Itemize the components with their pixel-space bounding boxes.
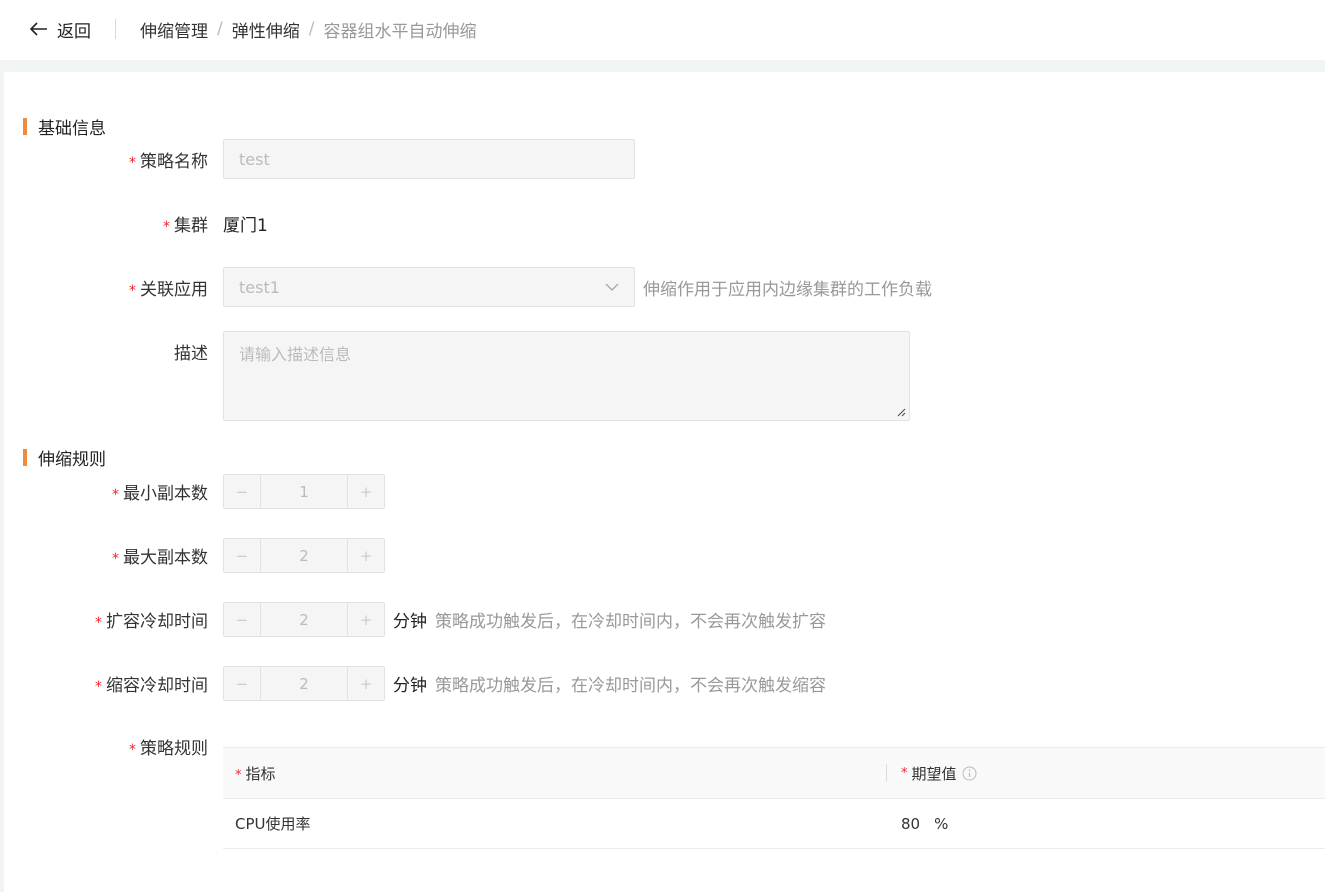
cluster-value: 厦门1 <box>223 216 268 236</box>
section-scaling-rules: 伸缩规则 <box>23 445 106 470</box>
section-basic-info: 基础信息 <box>23 114 106 139</box>
scale-up-cooldown-label: * 扩容冷却时间 <box>95 612 208 632</box>
metric-name: CPU使用率 <box>235 815 311 833</box>
field-description: 描述 请输入描述信息 <box>0 331 910 421</box>
policy-name-input[interactable]: test <box>223 139 635 179</box>
stepper-value[interactable]: 1 <box>261 475 347 508</box>
increment-button[interactable]: + <box>347 475 384 508</box>
decrement-button[interactable]: − <box>224 475 261 508</box>
increment-button[interactable]: + <box>347 667 384 700</box>
app-label: * 关联应用 <box>129 279 208 300</box>
breadcrumb-elastic-scaling[interactable]: 弹性伸缩 <box>232 17 300 42</box>
decrement-button[interactable]: − <box>224 603 261 636</box>
field-policy-name: * 策略名称 test <box>0 139 635 179</box>
scale-up-cooldown-stepper[interactable]: − 2 + <box>223 602 385 637</box>
required-mark: * <box>95 679 102 695</box>
required-mark: * <box>129 742 136 758</box>
increment-button[interactable]: + <box>347 603 384 636</box>
stepper-value[interactable]: 2 <box>261 539 347 572</box>
table-header: * 指标 * 期望值 <box>223 747 1325 799</box>
breadcrumb-separator: / <box>308 19 315 39</box>
metric-target-unit: % <box>934 814 949 833</box>
scale-up-cooldown-unit: 分钟 <box>393 612 427 632</box>
required-mark: * <box>163 219 170 235</box>
section-basic-info-title: 基础信息 <box>38 119 106 139</box>
field-policy-rules: * 策略规则 <box>0 734 208 759</box>
description-textarea[interactable]: 请输入描述信息 <box>223 331 910 421</box>
cluster-label: * 集群 <box>163 216 208 236</box>
app-select[interactable]: test1 <box>223 267 635 307</box>
section-accent-bar <box>23 118 27 135</box>
min-replicas-label: * 最小副本数 <box>112 484 208 504</box>
required-mark: * <box>95 615 102 631</box>
chevron-down-icon <box>605 283 619 291</box>
field-app: * 关联应用 test1 伸缩作用于应用内边缘集群的工作负载 <box>0 267 932 307</box>
top-bar: 返回 伸缩管理 / 弹性伸缩 / 容器组水平自动伸缩 <box>0 0 1325 58</box>
scale-down-cooldown-hint: 策略成功触发后，在冷却时间内，不会再次触发缩容 <box>435 676 826 696</box>
stepper-value[interactable]: 2 <box>261 603 347 636</box>
scale-down-cooldown-unit: 分钟 <box>393 676 427 696</box>
required-mark: * <box>129 154 136 171</box>
policy-rules-label: * 策略规则 <box>129 739 208 759</box>
breadcrumb: 伸缩管理 / 弹性伸缩 / 容器组水平自动伸缩 <box>140 17 476 42</box>
policy-name-label: * 策略名称 <box>129 151 208 172</box>
breadcrumb-current: 容器组水平自动伸缩 <box>323 21 477 42</box>
metric-target: 80 % <box>901 815 948 833</box>
metric-target-value: 80 <box>901 814 921 833</box>
header-metric: * 指标 <box>235 764 276 783</box>
back-button[interactable]: 返回 <box>30 17 91 42</box>
header-divider <box>115 19 116 39</box>
increment-button[interactable]: + <box>347 539 384 572</box>
section-accent-bar <box>23 449 27 466</box>
decrement-button[interactable]: − <box>224 539 261 572</box>
resize-grip-icon[interactable] <box>897 408 906 417</box>
field-cluster: * 集群 厦门1 <box>0 211 268 236</box>
header-separator-band <box>0 60 1325 72</box>
stepper-value[interactable]: 2 <box>261 667 347 700</box>
table-row: CPU使用率 80 % <box>223 799 1325 849</box>
description-label: 描述 <box>174 344 208 364</box>
breadcrumb-separator: / <box>217 19 223 39</box>
metrics-table: * 指标 * 期望值 CPU使用率 80 % <box>223 747 1325 849</box>
scale-down-cooldown-label: * 缩容冷却时间 <box>95 676 208 696</box>
required-mark: * <box>112 487 119 503</box>
arrow-left-icon <box>30 22 47 36</box>
column-divider <box>886 764 887 782</box>
field-scale-up-cooldown: * 扩容冷却时间 − 2 + 分钟 策略成功触发后，在冷却时间内，不会再次触发扩容 <box>0 602 826 637</box>
app-hint: 伸缩作用于应用内边缘集群的工作负载 <box>643 279 932 300</box>
max-replicas-stepper[interactable]: − 2 + <box>223 538 385 573</box>
field-max-replicas: * 最大副本数 − 2 + <box>0 538 385 573</box>
max-replicas-label: * 最大副本数 <box>112 548 208 568</box>
field-min-replicas: * 最小副本数 − 1 + <box>0 474 385 509</box>
field-scale-down-cooldown: * 缩容冷却时间 − 2 + 分钟 策略成功触发后，在冷却时间内，不会再次触发缩容 <box>0 666 826 701</box>
required-mark: * <box>112 551 119 567</box>
decrement-button[interactable]: − <box>224 667 261 700</box>
back-label: 返回 <box>57 21 91 42</box>
required-mark: * <box>129 282 136 299</box>
info-icon[interactable] <box>962 766 977 781</box>
section-scaling-rules-title: 伸缩规则 <box>38 450 106 470</box>
breadcrumb-scaling-management[interactable]: 伸缩管理 <box>140 17 208 42</box>
scale-up-cooldown-hint: 策略成功触发后，在冷却时间内，不会再次触发扩容 <box>435 612 826 632</box>
header-target-value: * 期望值 <box>901 763 977 784</box>
scale-down-cooldown-stepper[interactable]: − 2 + <box>223 666 385 701</box>
min-replicas-stepper[interactable]: − 1 + <box>223 474 385 509</box>
